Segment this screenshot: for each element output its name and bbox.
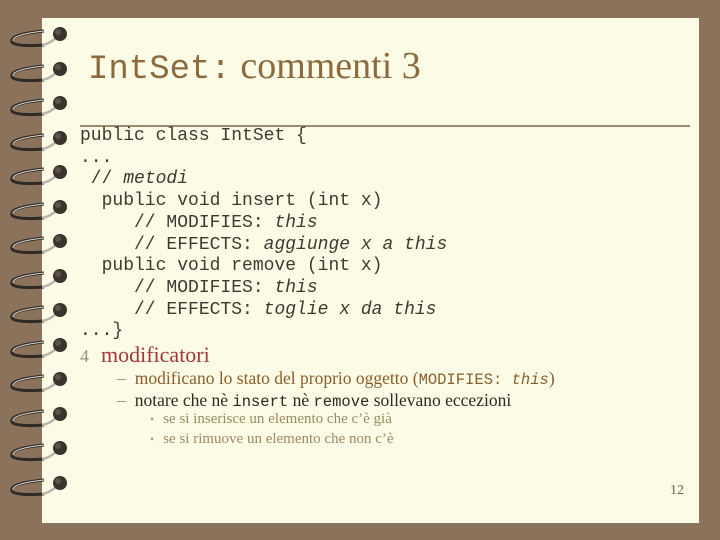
spiral-ring-icon — [2, 59, 68, 85]
code-text: // — [80, 169, 124, 190]
spiral-ring-icon — [2, 128, 68, 154]
sub-bullet-1: – modificano lo stato del proprio oggetto… — [117, 368, 555, 389]
code-text: // MODIFIES: — [80, 277, 275, 298]
bullet-marker: 4 — [80, 346, 89, 366]
code-line: // MODIFIES: this — [80, 278, 447, 300]
code-line: ...} — [80, 321, 447, 343]
spiral-ring-icon — [2, 162, 68, 188]
subsub-bullet-1: • se si inserisce un elemento che c’è già — [150, 411, 392, 428]
bullet-text: modificatori — [101, 342, 210, 367]
inline-code-insert: insert — [232, 393, 289, 411]
code-comment-italic: metodi — [123, 169, 189, 190]
sub-bullet-2: – notare che nè insert nè remove sollevan… — [117, 390, 511, 411]
spiral-ring-icon — [2, 369, 68, 395]
sub-bullet-text: nè — [288, 390, 314, 410]
code-comment-italic: aggiunge x a this — [263, 234, 448, 255]
spiral-ring-icon — [2, 197, 68, 223]
code-text: // EFFECTS: — [80, 299, 264, 320]
spiral-ring-icon — [2, 266, 68, 292]
code-line: ... — [80, 148, 447, 170]
inline-code-italic: this — [511, 371, 549, 389]
sub-bullet-text: modificano lo stato del proprio oggetto … — [134, 368, 419, 388]
dot-marker: • — [150, 432, 155, 446]
spiral-ring-icon — [2, 231, 68, 257]
code-text: // EFFECTS: — [80, 234, 264, 255]
code-block: public class IntSet {... // metodi publi… — [80, 126, 447, 343]
code-line: // EFFECTS: aggiunge x a this — [80, 235, 447, 257]
title-code: IntSet: — [88, 51, 231, 89]
title-text: commenti 3 — [230, 45, 421, 87]
bullet-modificatori: 4 modificatori — [80, 342, 210, 368]
code-text: public class IntSet { — [80, 126, 307, 146]
subsub-text: se si inserisce un elemento che c’è già — [163, 411, 392, 427]
spiral-ring-icon — [2, 438, 68, 464]
inline-code: MODIFIES: — [418, 371, 512, 389]
spiral-ring-icon — [2, 473, 68, 499]
code-line: public class IntSet { — [80, 126, 447, 148]
subsub-text: se si rimuove un elemento che non c’è — [163, 431, 394, 447]
dot-marker: • — [150, 412, 155, 426]
inline-code-remove: remove — [313, 393, 370, 411]
code-line: public void insert (int x) — [80, 191, 447, 213]
slide-title: IntSet: commenti 3 — [88, 44, 421, 89]
spiral-ring-icon — [2, 335, 68, 361]
code-comment-italic: this — [274, 277, 318, 298]
dash-marker: – — [117, 390, 126, 410]
code-line: // MODIFIES: this — [80, 213, 447, 235]
page-number: 12 — [670, 483, 684, 498]
code-text: public void remove (int x) — [80, 256, 383, 277]
sub-bullet-text: notare che nè — [134, 390, 233, 410]
code-text: public void insert (int x) — [80, 191, 383, 212]
close-paren: ) — [548, 368, 555, 388]
spiral-ring-icon — [2, 93, 68, 119]
code-line: // metodi — [80, 169, 447, 191]
code-line: // EFFECTS: toglie x da this — [80, 300, 447, 322]
code-text: ... — [80, 147, 113, 168]
spiral-ring-icon — [2, 404, 68, 430]
dash-marker: – — [117, 368, 126, 388]
code-line: public void remove (int x) — [80, 256, 447, 278]
subsub-bullet-2: • se si rimuove un elemento che non c’è — [150, 431, 394, 448]
code-comment-italic: toglie x da this — [263, 299, 437, 320]
sub-bullet-text: sollevano eccezioni — [369, 390, 512, 410]
spiral-ring-icon — [2, 300, 68, 326]
code-text: // MODIFIES: — [80, 212, 275, 233]
code-comment-italic: this — [274, 212, 318, 233]
spiral-ring-icon — [2, 24, 68, 50]
code-text: ...} — [80, 321, 124, 342]
